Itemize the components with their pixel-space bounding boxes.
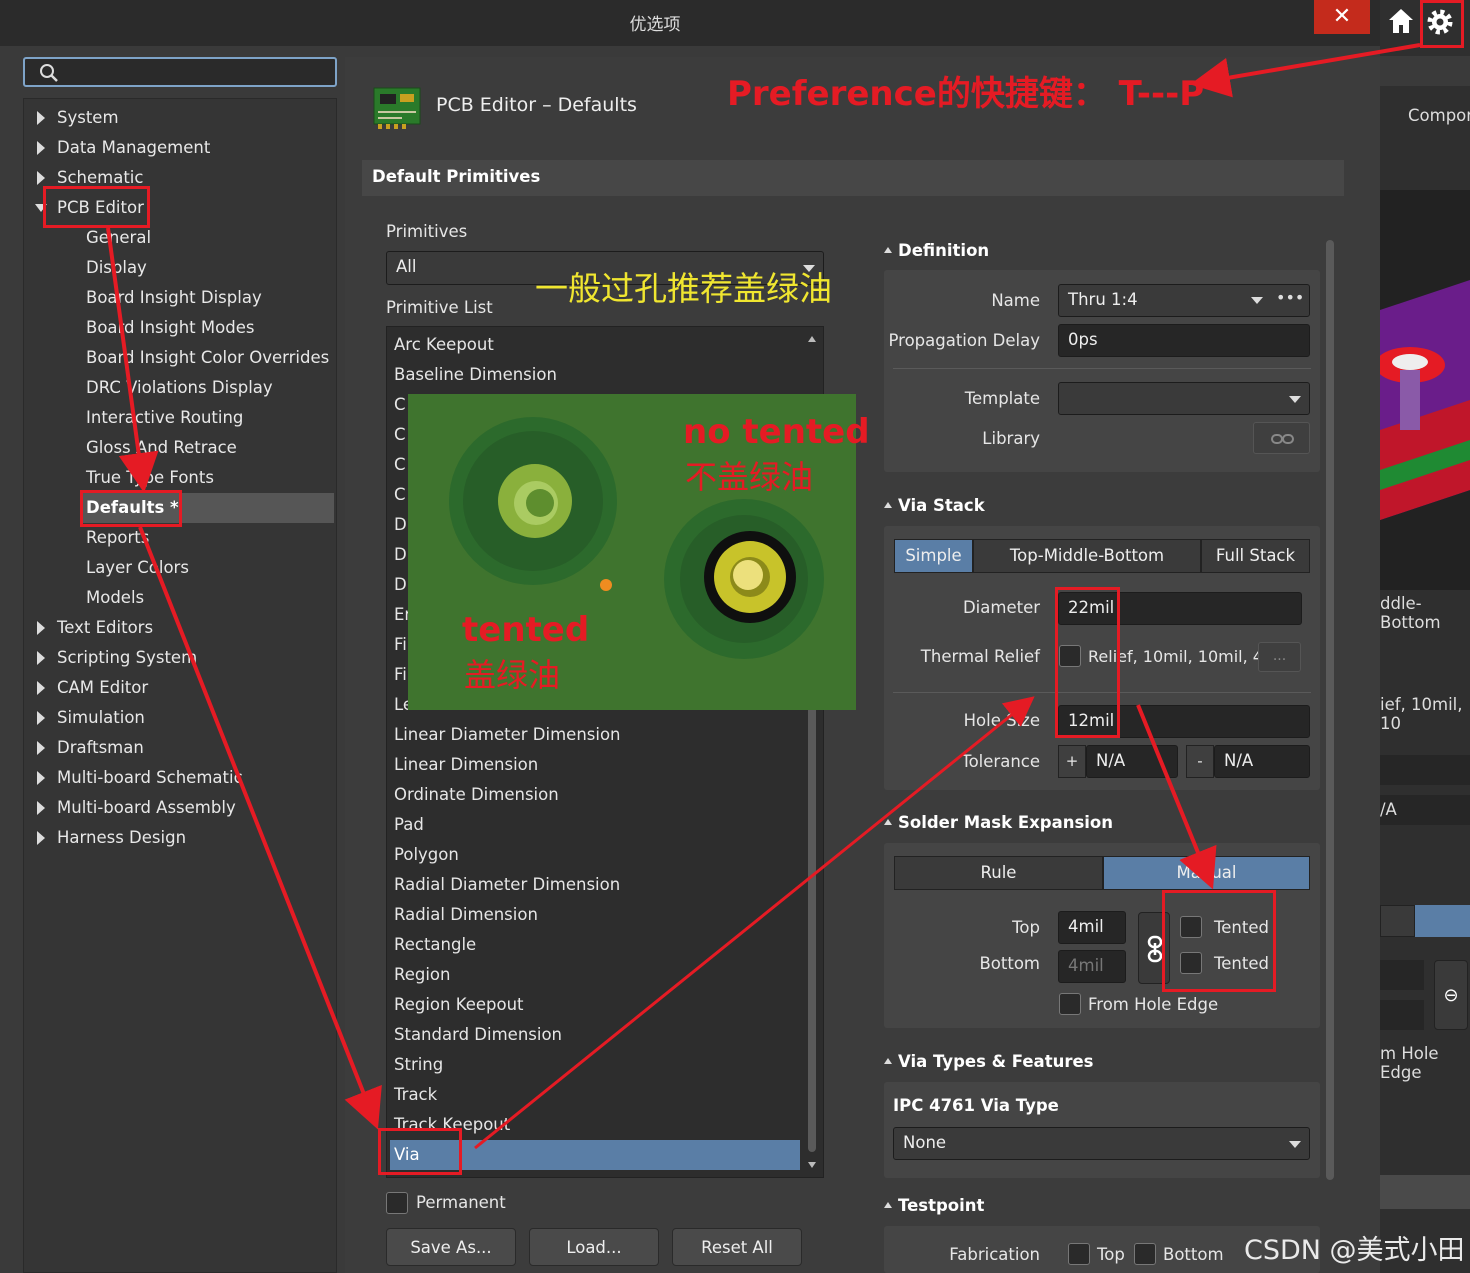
annotation-arrows [106, 43, 1421, 1150]
